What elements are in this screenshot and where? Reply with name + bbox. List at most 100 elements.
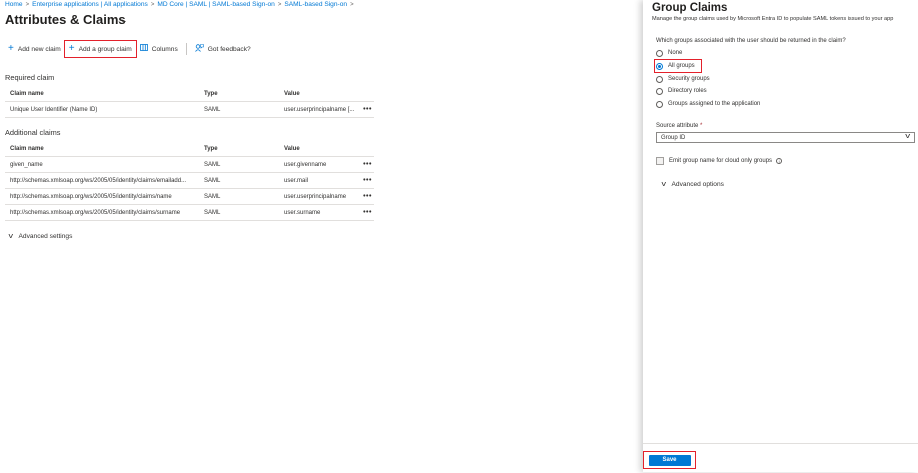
breadcrumb-home[interactable]: Home	[5, 1, 23, 8]
emit-group-name-option[interactable]: Emit group name for cloud only groups i	[656, 157, 783, 165]
additional-claims-title: Additional claims	[5, 128, 61, 137]
required-asterisk: *	[700, 123, 703, 129]
required-claims-table: Claim name Type Value Unique User Identi…	[5, 87, 374, 118]
radio-none[interactable]: None	[656, 48, 682, 58]
claim-type-cell: SAML	[199, 101, 279, 118]
emit-group-name-checkbox[interactable]	[656, 157, 664, 165]
claim-name-cell[interactable]: given_name	[5, 156, 199, 173]
row-more-button[interactable]: •••	[356, 156, 374, 173]
toolbar-divider	[185, 43, 187, 55]
more-options-button[interactable]: ...	[118, 15, 128, 24]
panel-description: Manage the group claims used by Microsof…	[652, 16, 894, 22]
column-header-value[interactable]: Value	[279, 87, 356, 102]
breadcrumb-enterprise-apps[interactable]: Enterprise applications | All applicatio…	[32, 1, 148, 8]
add-group-claim-button[interactable]: + Add a group claim	[63, 40, 137, 58]
table-row[interactable]: http://schemas.xmlsoap.org/ws/2005/05/id…	[5, 204, 374, 221]
save-highlight: Save	[643, 451, 696, 469]
advanced-settings-label: Advanced settings	[18, 233, 73, 240]
claim-type-cell: SAML	[199, 204, 279, 221]
add-new-claim-label: Add new claim	[17, 45, 61, 53]
claim-value-cell: user.mail	[279, 172, 356, 189]
panel-footer: Save	[643, 443, 918, 473]
radio-button[interactable]	[656, 49, 663, 57]
radio-groups-assigned[interactable]: Groups assigned to the application	[656, 99, 760, 109]
column-header-claim-name[interactable]: Claim name	[5, 87, 199, 102]
claim-value-cell: user.surname	[279, 204, 356, 221]
radio-button[interactable]	[656, 75, 663, 83]
column-header-type[interactable]: Type	[199, 142, 279, 157]
breadcrumb: Home > Enterprise applications | All appli…	[5, 1, 357, 8]
column-header-actions	[356, 87, 374, 102]
source-attribute-value: Group ID	[661, 134, 686, 141]
radio-label: None	[668, 50, 683, 56]
claim-value-cell: user.givenname	[279, 156, 356, 173]
command-bar: + Add new claim + Add a group claim Colu…	[4, 40, 255, 58]
claim-name-cell[interactable]: http://schemas.xmlsoap.org/ws/2005/05/id…	[5, 204, 199, 221]
source-attribute-text: Source attribute	[656, 123, 699, 129]
claim-type-cell: SAML	[199, 188, 279, 205]
row-more-button[interactable]: •••	[356, 188, 374, 205]
advanced-settings-toggle[interactable]: v Advanced settings	[8, 233, 73, 240]
source-attribute-label: Source attribute *	[656, 123, 702, 129]
chevron-down-icon: v	[904, 133, 910, 140]
columns-button[interactable]: Columns	[136, 41, 182, 57]
claim-type-cell: SAML	[199, 172, 279, 189]
additional-claims-table: Claim name Type Value given_name SAML us…	[5, 142, 374, 221]
radio-label: Directory roles	[668, 88, 707, 94]
emit-group-name-label: Emit group name for cloud only groups	[669, 158, 773, 164]
save-button[interactable]: Save	[648, 454, 691, 466]
radio-button-selected[interactable]	[656, 62, 663, 70]
claim-name-cell[interactable]: http://schemas.xmlsoap.org/ws/2005/05/id…	[5, 188, 199, 205]
claim-type-cell: SAML	[199, 156, 279, 173]
chevron-down-icon: v	[661, 181, 667, 188]
column-header-value[interactable]: Value	[279, 142, 356, 157]
add-new-claim-button[interactable]: + Add new claim	[4, 41, 65, 57]
row-more-button[interactable]: •••	[356, 101, 374, 118]
page-title: Attributes & Claims	[5, 12, 126, 27]
breadcrumb-separator: >	[277, 2, 282, 8]
panel-title: Group Claims	[652, 2, 728, 14]
breadcrumb-separator: >	[150, 2, 155, 8]
source-attribute-dropdown[interactable]: Group ID v	[656, 132, 915, 143]
add-group-claim-label: Add a group claim	[78, 45, 132, 53]
radio-label: Security groups	[668, 76, 710, 82]
feedback-button[interactable]: Got feedback?	[191, 41, 255, 57]
radio-button[interactable]	[656, 100, 663, 108]
row-more-button[interactable]: •••	[356, 204, 374, 221]
claim-name-cell[interactable]: http://schemas.xmlsoap.org/ws/2005/05/id…	[5, 172, 199, 189]
claim-value-cell: user.userprincipalname [...	[279, 101, 356, 118]
breadcrumb-separator: >	[350, 2, 354, 8]
breadcrumb-saml-sign-on[interactable]: SAML-based Sign-on	[284, 1, 347, 8]
plus-icon: +	[8, 43, 14, 54]
breadcrumb-separator: >	[25, 2, 30, 8]
radio-button[interactable]	[656, 87, 663, 95]
chevron-down-icon: v	[8, 233, 14, 240]
radio-label: Groups assigned to the application	[668, 101, 761, 107]
table-row[interactable]: given_name SAML user.givenname •••	[5, 156, 374, 173]
group-claims-panel: Group Claims Manage the group claims use…	[643, 0, 918, 472]
row-more-button[interactable]: •••	[356, 172, 374, 189]
info-icon[interactable]: i	[776, 158, 783, 164]
table-row[interactable]: http://schemas.xmlsoap.org/ws/2005/05/id…	[5, 188, 374, 205]
required-claim-title: Required claim	[5, 73, 55, 82]
claim-name-cell[interactable]: Unique User Identifier (Name ID)	[5, 101, 199, 118]
advanced-options-label: Advanced options	[671, 181, 724, 188]
column-header-actions	[356, 142, 374, 157]
radio-directory-roles[interactable]: Directory roles	[656, 86, 707, 96]
radio-all-groups[interactable]: All groups	[654, 59, 702, 73]
column-header-claim-name[interactable]: Claim name	[5, 142, 199, 157]
table-row[interactable]: http://schemas.xmlsoap.org/ws/2005/05/id…	[5, 172, 374, 189]
column-header-type[interactable]: Type	[199, 87, 279, 102]
feedback-label: Got feedback?	[207, 45, 251, 53]
advanced-options-toggle[interactable]: v Advanced options	[661, 181, 724, 188]
breadcrumb-app[interactable]: MD Core | SAML | SAML-based Sign-on	[157, 1, 275, 8]
groups-question: Which groups associated with the user sh…	[656, 38, 846, 44]
radio-label: All groups	[668, 63, 695, 69]
table-row[interactable]: Unique User Identifier (Name ID) SAML us…	[5, 101, 374, 118]
table-header-row: Claim name Type Value	[5, 142, 374, 157]
radio-security-groups[interactable]: Security groups	[656, 74, 710, 84]
feedback-icon	[194, 43, 204, 55]
claim-value-cell: user.userprincipalname	[279, 188, 356, 205]
plus-icon: +	[68, 43, 75, 54]
columns-label: Columns	[151, 45, 178, 53]
